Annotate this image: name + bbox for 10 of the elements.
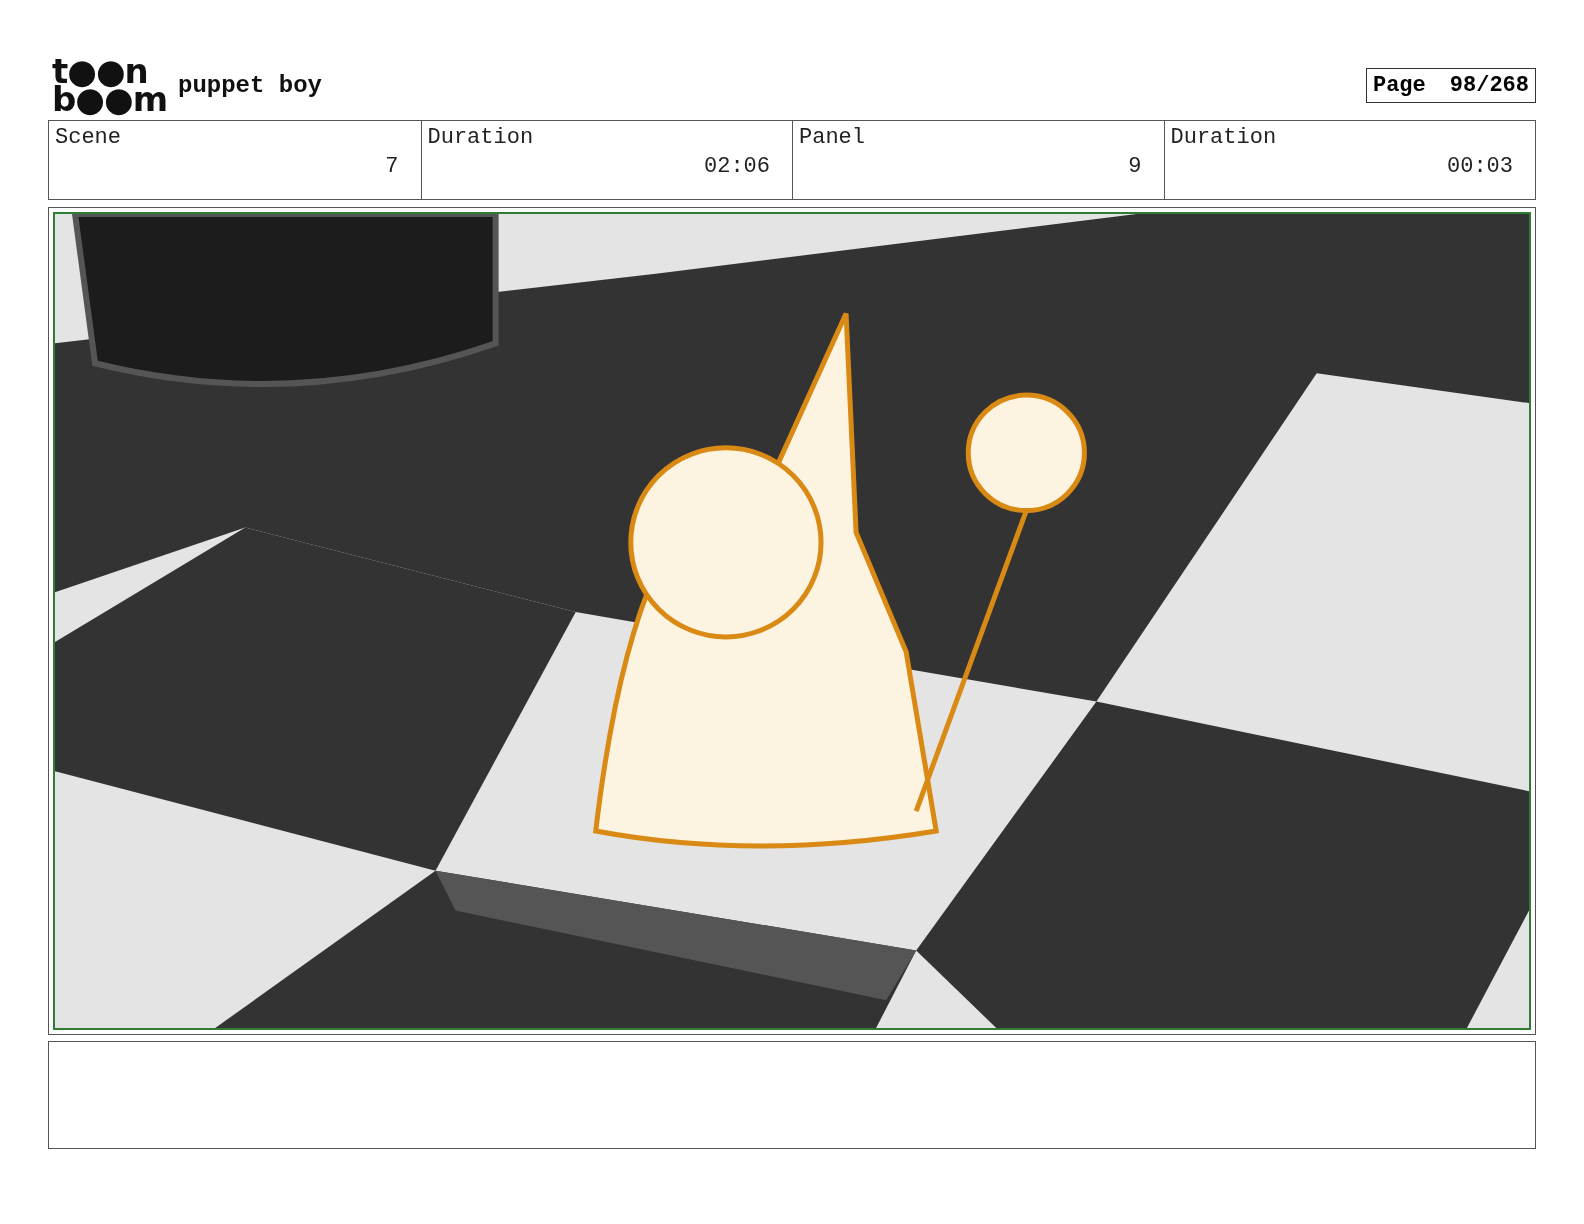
field-value: 7	[385, 154, 399, 179]
field-label: Duration	[427, 125, 535, 150]
project-title: puppet boy	[178, 71, 323, 99]
page-counter: Page 98/268	[1365, 67, 1536, 103]
field-label: Duration	[1170, 125, 1278, 150]
field-value: 9	[1128, 154, 1142, 179]
field-value: 02:06	[704, 154, 770, 179]
field-label: Panel	[799, 125, 866, 150]
field-label: Scene	[55, 125, 122, 150]
field-value: 00:03	[1447, 154, 1513, 179]
